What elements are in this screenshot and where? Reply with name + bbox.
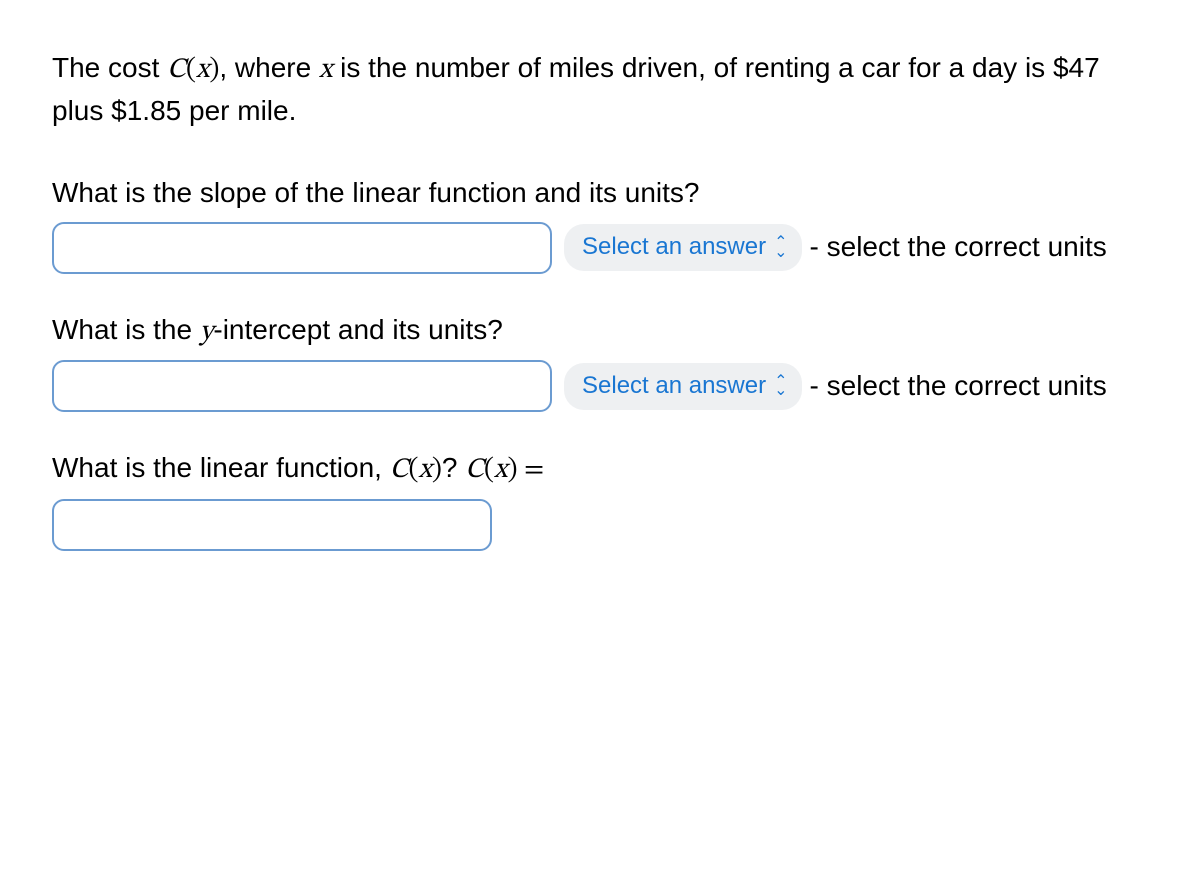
question-slope: What is the slope of the linear function… xyxy=(52,173,1148,274)
question-yintercept: What is the y-intercept and its units? S… xyxy=(52,310,1148,413)
q2-text-2: -intercept and its units? xyxy=(213,314,503,345)
q3-qmark: ? xyxy=(442,452,465,483)
intro-paren-open: ( xyxy=(186,56,196,84)
q3-x1: x xyxy=(419,456,432,484)
problem-intro: The cost C(x), where x is the number of … xyxy=(52,48,1148,131)
question-function-prompt: What is the linear function, C(x)? C(x) … xyxy=(52,448,1148,491)
yintercept-input[interactable] xyxy=(52,360,552,412)
slope-trailing-text: - select the correct units xyxy=(810,227,1107,268)
intro-paren-close: ) xyxy=(209,56,219,84)
q2-y-var: y xyxy=(200,318,214,346)
question-slope-prompt: What is the slope of the linear function… xyxy=(52,173,1148,214)
q3-x2: x xyxy=(494,456,507,484)
q3-equals: = xyxy=(517,456,544,484)
intro-text-1: The cost xyxy=(52,52,167,83)
q3-C2: C xyxy=(465,456,484,484)
slope-units-select-label: Select an answer xyxy=(582,230,766,265)
chevron-updown-icon xyxy=(774,238,787,257)
slope-input[interactable] xyxy=(52,222,552,274)
q2-text-1: What is the xyxy=(52,314,200,345)
q3-text-1: What is the linear function, xyxy=(52,452,390,483)
q3-pc1: ) xyxy=(432,456,442,484)
intro-x-in-Cx: x xyxy=(196,56,209,84)
q3-po2: ( xyxy=(484,456,494,484)
intro-C: C xyxy=(167,56,186,84)
yintercept-units-select[interactable]: Select an answer xyxy=(564,363,802,410)
intro-x-var: x xyxy=(319,56,332,84)
chevron-updown-icon xyxy=(774,377,787,396)
slope-units-select[interactable]: Select an answer xyxy=(564,224,802,271)
q3-C1: C xyxy=(390,456,409,484)
function-input[interactable] xyxy=(52,499,492,551)
question-yintercept-prompt: What is the y-intercept and its units? xyxy=(52,310,1148,353)
yintercept-trailing-text: - select the correct units xyxy=(810,366,1107,407)
q3-po1: ( xyxy=(409,456,419,484)
q3-pc2: ) xyxy=(507,456,517,484)
question-function: What is the linear function, C(x)? C(x) … xyxy=(52,448,1148,551)
yintercept-units-select-label: Select an answer xyxy=(582,369,766,404)
intro-text-2: , where xyxy=(219,52,319,83)
